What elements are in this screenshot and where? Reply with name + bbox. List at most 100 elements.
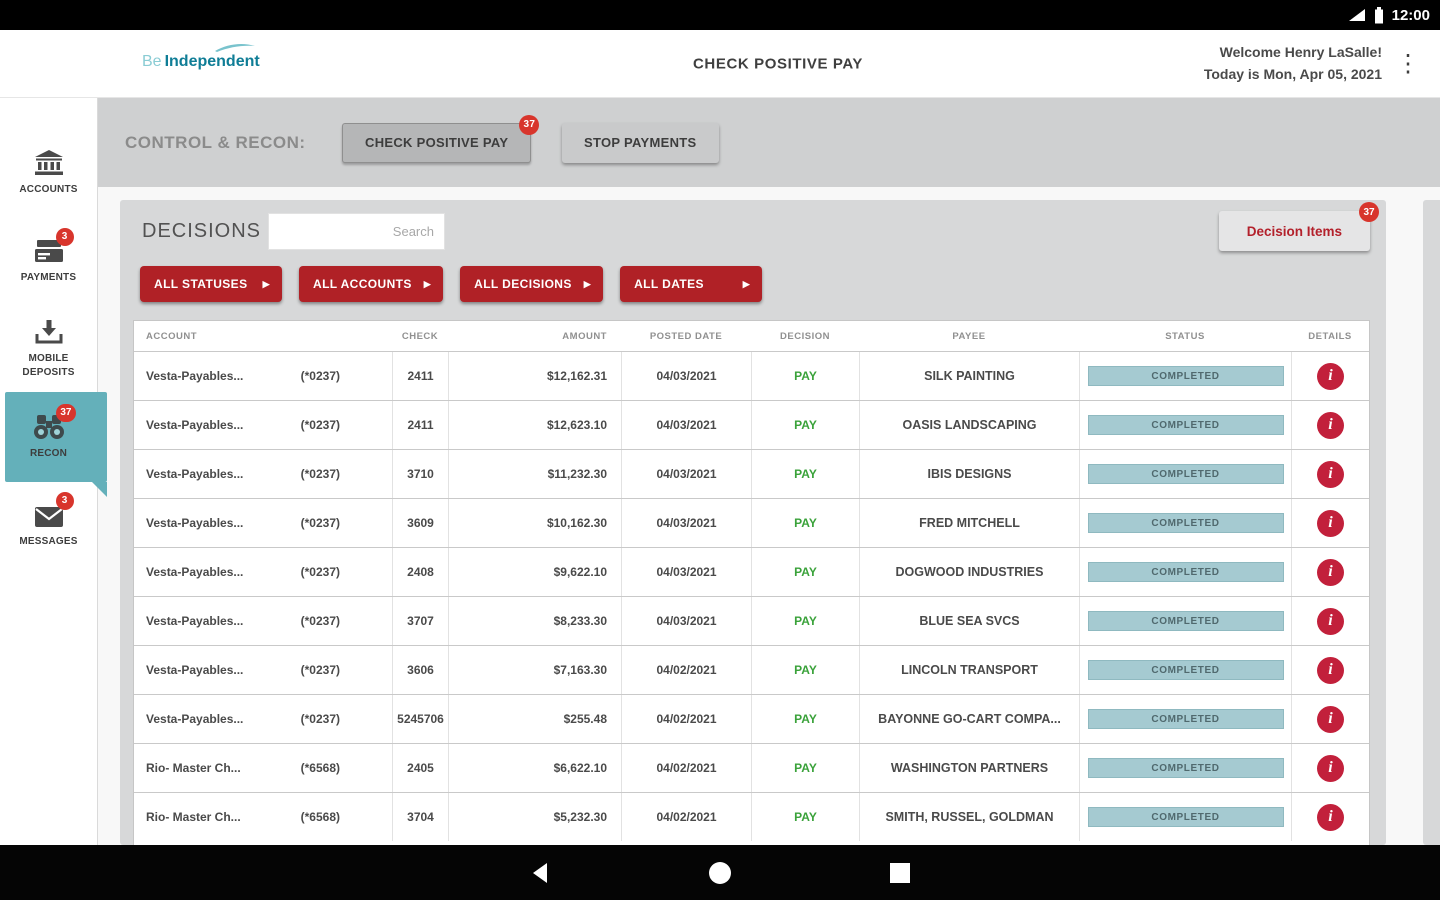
column-header-posted-date: POSTED DATE (649, 330, 723, 342)
filter-all-decisions[interactable]: ALL DECISIONS ▶ (460, 266, 604, 302)
info-icon[interactable]: i (1317, 558, 1344, 586)
sidebar-item-payments[interactable]: 3 PAYMENTS (0, 216, 97, 304)
sidebar-item-recon[interactable]: 37 RECON (0, 392, 107, 497)
info-icon[interactable]: i (1317, 754, 1344, 782)
sidebar-item-mobile-deposits[interactable]: MOBILE DEPOSITS (0, 304, 97, 392)
table-row: Rio- Master Ch... (*6568) 3704 $5,232.30… (134, 792, 1369, 841)
cell-details: i (1291, 401, 1369, 449)
cell-account-number: (*0237) (300, 369, 340, 383)
back-icon[interactable] (531, 862, 549, 884)
info-icon[interactable]: i (1317, 705, 1344, 733)
info-icon[interactable]: i (1317, 656, 1344, 684)
status-bar: 12:00 (0, 0, 1440, 30)
cell-posted-date: 04/02/2021 (621, 646, 751, 694)
table-row: Vesta-Payables... (*0237) 5245706 $255.4… (134, 694, 1369, 743)
column-header-details: DETAILS (1308, 330, 1352, 342)
info-icon[interactable]: i (1317, 509, 1344, 537)
cell-payee: SILK PAINTING (859, 352, 1079, 400)
column-header-decision: DECISION (780, 330, 830, 342)
cell-check: 2408 (392, 548, 448, 596)
cell-account-number: (*6568) (300, 761, 340, 775)
cell-decision: PAY (751, 597, 859, 645)
mobile-deposit-icon (35, 320, 62, 344)
table-row: Rio- Master Ch... (*6568) 2405 $6,622.10… (134, 743, 1369, 792)
messages-badge: 3 (55, 491, 74, 510)
cell-details: i (1291, 352, 1369, 400)
sidebar-item-accounts[interactable]: ACCOUNTS (0, 128, 97, 216)
cell-account: Vesta-Payables... (*0237) (134, 695, 392, 743)
filter-all-statuses[interactable]: ALL STATUSES ▶ (140, 266, 282, 302)
filter-all-dates[interactable]: ALL DATES ▶ (620, 266, 763, 302)
control-recon-bar: CONTROL & RECON: CHECK POSITIVE PAY 37 S… (97, 98, 1440, 187)
logo-prefix: Be (142, 53, 162, 70)
sidebar-item-messages[interactable]: 3 MESSAGES (0, 480, 97, 568)
table-row: Vesta-Payables... (*0237) 2408 $9,622.10… (134, 547, 1369, 596)
cell-posted-date: 04/03/2021 (621, 450, 751, 498)
cell-account-name: Vesta-Payables... (146, 712, 244, 726)
decisions-table-body: Vesta-Payables... (*0237) 2411 $12,162.3… (134, 351, 1369, 841)
column-header-payee: PAYEE (952, 330, 986, 342)
cell-posted-date: 04/02/2021 (621, 744, 751, 792)
overflow-menu-icon[interactable]: ⋮ (1396, 49, 1420, 78)
cell-amount: $5,232.30 (448, 793, 621, 841)
info-icon[interactable]: i (1317, 460, 1344, 488)
sidebar-item-label: PAYMENTS (20, 271, 77, 283)
cell-amount: $255.48 (448, 695, 621, 743)
logo-swoosh-icon (215, 43, 255, 52)
cell-status: COMPLETED (1079, 499, 1291, 547)
cell-status: COMPLETED (1079, 548, 1291, 596)
cell-account: Vesta-Payables... (*0237) (134, 597, 392, 645)
logo-name: Independent (164, 53, 260, 70)
filter-all-accounts[interactable]: ALL ACCOUNTS ▶ (299, 266, 444, 302)
sidebar-item-label: RECON (29, 447, 68, 459)
cell-decision: PAY (751, 793, 859, 841)
check-positive-pay-badge: 37 (519, 114, 540, 135)
column-header-account: ACCOUNT (146, 330, 197, 342)
next-panel-peek[interactable] (1423, 200, 1440, 845)
column-header-amount: AMOUNT (562, 330, 607, 342)
decision-items-button[interactable]: Decision Items 37 (1218, 202, 1379, 251)
page-title: CHECK POSITIVE PAY (692, 55, 864, 72)
battery-icon (1374, 6, 1383, 23)
cell-account-number: (*0237) (300, 614, 340, 628)
cell-account: Vesta-Payables... (*0237) (134, 450, 392, 498)
cell-account-number: (*6568) (300, 810, 340, 824)
info-icon[interactable]: i (1317, 362, 1344, 390)
cell-amount: $10,162.30 (448, 499, 621, 547)
cell-posted-date: 04/02/2021 (621, 695, 751, 743)
payments-badge: 3 (55, 227, 74, 246)
check-positive-pay-button[interactable]: CHECK POSITIVE PAY 37 (342, 114, 540, 163)
stop-payments-button[interactable]: STOP PAYMENTS (562, 122, 719, 163)
decision-items-badge: 37 (1359, 202, 1379, 222)
wifi-icon (1348, 9, 1365, 21)
cell-check: 2411 (392, 401, 448, 449)
column-header-check: CHECK (401, 330, 439, 342)
chevron-right-icon: ▶ (262, 278, 270, 289)
search-input[interactable] (268, 213, 445, 250)
cell-decision: PAY (751, 548, 859, 596)
home-icon[interactable] (708, 861, 732, 885)
cell-decision: PAY (751, 646, 859, 694)
stop-payments-label: STOP PAYMENTS (584, 135, 697, 150)
cell-account-name: Vesta-Payables... (146, 418, 244, 432)
column-header-status: STATUS (1165, 330, 1205, 342)
cell-decision: PAY (751, 499, 859, 547)
cell-payee: SMITH, RUSSEL, GOLDMAN (859, 793, 1079, 841)
cell-account: Rio- Master Ch... (*6568) (134, 744, 392, 792)
control-recon-label: CONTROL & RECON: (125, 132, 306, 152)
info-icon[interactable]: i (1317, 607, 1344, 635)
info-icon[interactable]: i (1317, 803, 1344, 831)
cell-account-number: (*0237) (300, 663, 340, 677)
cell-details: i (1291, 548, 1369, 596)
table-row: Vesta-Payables... (*0237) 3609 $10,162.3… (134, 498, 1369, 547)
cell-amount: $12,162.31 (448, 352, 621, 400)
status-badge: COMPLETED (1087, 513, 1284, 533)
cell-account-name: Vesta-Payables... (146, 663, 244, 677)
logo-text: Be Independent (142, 53, 260, 71)
android-nav-bar (0, 845, 1440, 900)
cell-posted-date: 04/03/2021 (621, 352, 751, 400)
recents-icon[interactable] (890, 862, 910, 883)
cell-account-name: Vesta-Payables... (146, 516, 244, 530)
cell-account-number: (*0237) (300, 516, 340, 530)
info-icon[interactable]: i (1317, 411, 1344, 439)
